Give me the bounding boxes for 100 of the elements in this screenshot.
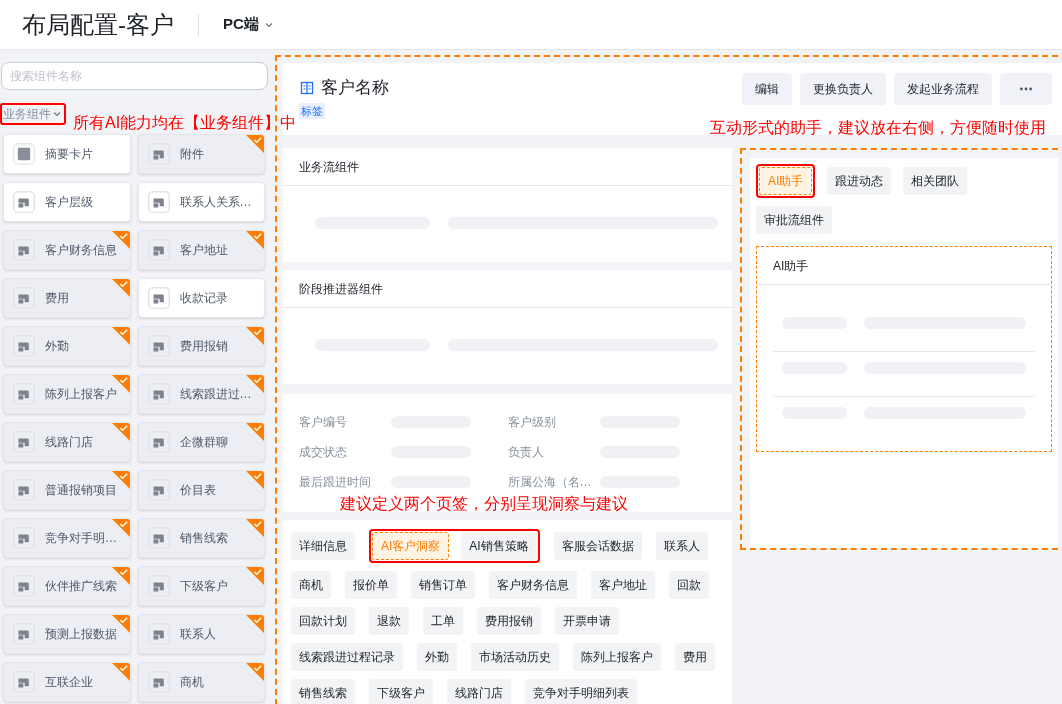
tab[interactable]: 市场活动历史 (471, 643, 559, 671)
tab[interactable]: 线路门店 (447, 679, 511, 704)
tab[interactable]: 跟进动态 (827, 167, 892, 195)
component-card[interactable]: 附件 (137, 134, 265, 174)
component-card[interactable]: 互联企业 (3, 662, 131, 702)
tab[interactable]: 陈列上报客户 (573, 643, 661, 671)
tab[interactable]: 费用报销 (477, 607, 541, 635)
tab[interactable]: AI销售策略 (461, 532, 537, 560)
component-card[interactable]: 客户层级 (3, 182, 131, 222)
component-card[interactable]: 销售线索 (137, 518, 265, 558)
field-label: 客户级别 (507, 414, 557, 431)
tab[interactable]: 外勤 (417, 643, 457, 671)
field-label: 最后跟进时间 (299, 474, 372, 491)
added-check-icon (246, 423, 264, 441)
component-icon (147, 527, 170, 549)
action-button[interactable]: 更换负责人 (800, 73, 886, 105)
tab[interactable]: 线索跟进过程记录 (291, 643, 403, 671)
added-check-icon (246, 663, 264, 681)
annotation-text: 互动形式的助手，建议放在右侧，方便随时使用 (710, 118, 1046, 138)
component-card[interactable]: 外勤 (3, 326, 131, 366)
tab[interactable]: 商机 (291, 571, 331, 599)
tab[interactable]: 相关团队 (903, 167, 968, 195)
tab[interactable]: 详细信息 (291, 532, 355, 560)
component-card[interactable]: 联系人 (137, 614, 265, 654)
component-icon (147, 479, 170, 501)
component-card[interactable]: 费用 (3, 278, 131, 318)
tab[interactable]: 销售线索 (291, 679, 355, 704)
annotation-text: 所有AI能力均在【业务组件】中 (73, 113, 297, 133)
component-card[interactable]: 费用报销 (137, 326, 265, 366)
tab[interactable]: 客服会话数据 (553, 532, 642, 560)
component-icon (147, 335, 170, 357)
added-check-icon (246, 615, 264, 633)
tab[interactable]: 竞争对手明细列表 (525, 679, 637, 704)
annotation-text: 建议定义两个页签，分别呈现洞察与建议 (340, 494, 628, 514)
component-card[interactable]: 线路门店 (3, 422, 131, 462)
component-icon (13, 383, 35, 405)
component-icon (13, 527, 35, 549)
added-check-icon (246, 231, 264, 249)
component-card[interactable]: 商机 (137, 662, 265, 702)
tab[interactable]: 退款 (369, 607, 409, 635)
added-check-icon (246, 327, 264, 345)
field-label: 负责人 (507, 444, 545, 461)
component-card[interactable]: 收款记录 (137, 278, 265, 318)
tab[interactable]: 客户地址 (591, 571, 655, 599)
component-card[interactable]: 预测上报数据 (3, 614, 131, 654)
component-card[interactable]: 线索跟进过… (137, 374, 265, 414)
component-icon (147, 239, 170, 261)
card-title: 阶段推进器组件 (299, 280, 383, 298)
added-check-icon (111, 519, 130, 537)
added-check-icon (246, 471, 264, 489)
tab[interactable]: 审批流组件 (756, 206, 832, 234)
record-title: 客户名称 (321, 77, 389, 99)
added-check-icon (246, 519, 264, 537)
component-icon (13, 671, 35, 693)
component-icon (147, 191, 170, 213)
tab[interactable]: 开票申请 (555, 607, 619, 635)
component-icon (13, 335, 35, 357)
platform-dropdown[interactable]: PC端 (223, 13, 275, 36)
action-button[interactable]: 编辑 (742, 73, 792, 105)
tab[interactable]: 联系人 (655, 532, 708, 560)
tab[interactable]: 工单 (423, 607, 463, 635)
component-card[interactable]: 客户地址 (137, 230, 265, 270)
component-icon (147, 575, 170, 597)
component-card[interactable]: 陈列上报客户 (3, 374, 131, 414)
component-card[interactable]: 伙伴推广线索 (3, 566, 131, 606)
added-check-icon (111, 423, 130, 441)
component-icon (13, 239, 35, 261)
field-label: 客户编号 (299, 414, 348, 431)
component-icon (13, 287, 35, 309)
field-label: 成交状态 (299, 444, 348, 461)
tab[interactable]: 下级客户 (369, 679, 433, 704)
panel-title: AI助手 (773, 257, 809, 275)
tab[interactable]: 销售订单 (411, 571, 475, 599)
tab[interactable]: 报价单 (345, 571, 397, 599)
added-check-icon (111, 663, 130, 681)
tab[interactable]: 回款计划 (291, 607, 355, 635)
search-field[interactable]: 搜索组件名称 (1, 62, 268, 90)
component-icon (13, 191, 35, 213)
component-card[interactable]: 联系人关系… (137, 182, 265, 222)
component-card[interactable]: 竞争对手明… (3, 518, 131, 558)
component-card[interactable]: 摘要卡片 (3, 134, 131, 174)
component-icon (13, 575, 35, 597)
page-title: 布局配置-客户 (22, 9, 174, 40)
component-icon (147, 383, 170, 405)
added-check-icon (246, 375, 264, 393)
added-check-icon (246, 567, 264, 585)
more-button[interactable] (1000, 73, 1052, 105)
tab[interactable]: 回款 (669, 571, 709, 599)
added-check-icon (246, 135, 264, 153)
component-icon (147, 143, 170, 165)
tab[interactable]: 客户财务信息 (489, 571, 577, 599)
component-icon (13, 479, 35, 501)
action-button[interactable]: 发起业务流程 (894, 73, 992, 105)
component-card[interactable]: 价目表 (137, 470, 265, 510)
component-card[interactable]: 普通报销项目 (3, 470, 131, 510)
tab[interactable]: 费用 (675, 643, 715, 671)
component-card[interactable]: 客户财务信息 (3, 230, 131, 270)
more-icon (1020, 87, 1032, 91)
component-card[interactable]: 企微群聊 (137, 422, 265, 462)
component-card[interactable]: 下级客户 (137, 566, 265, 606)
